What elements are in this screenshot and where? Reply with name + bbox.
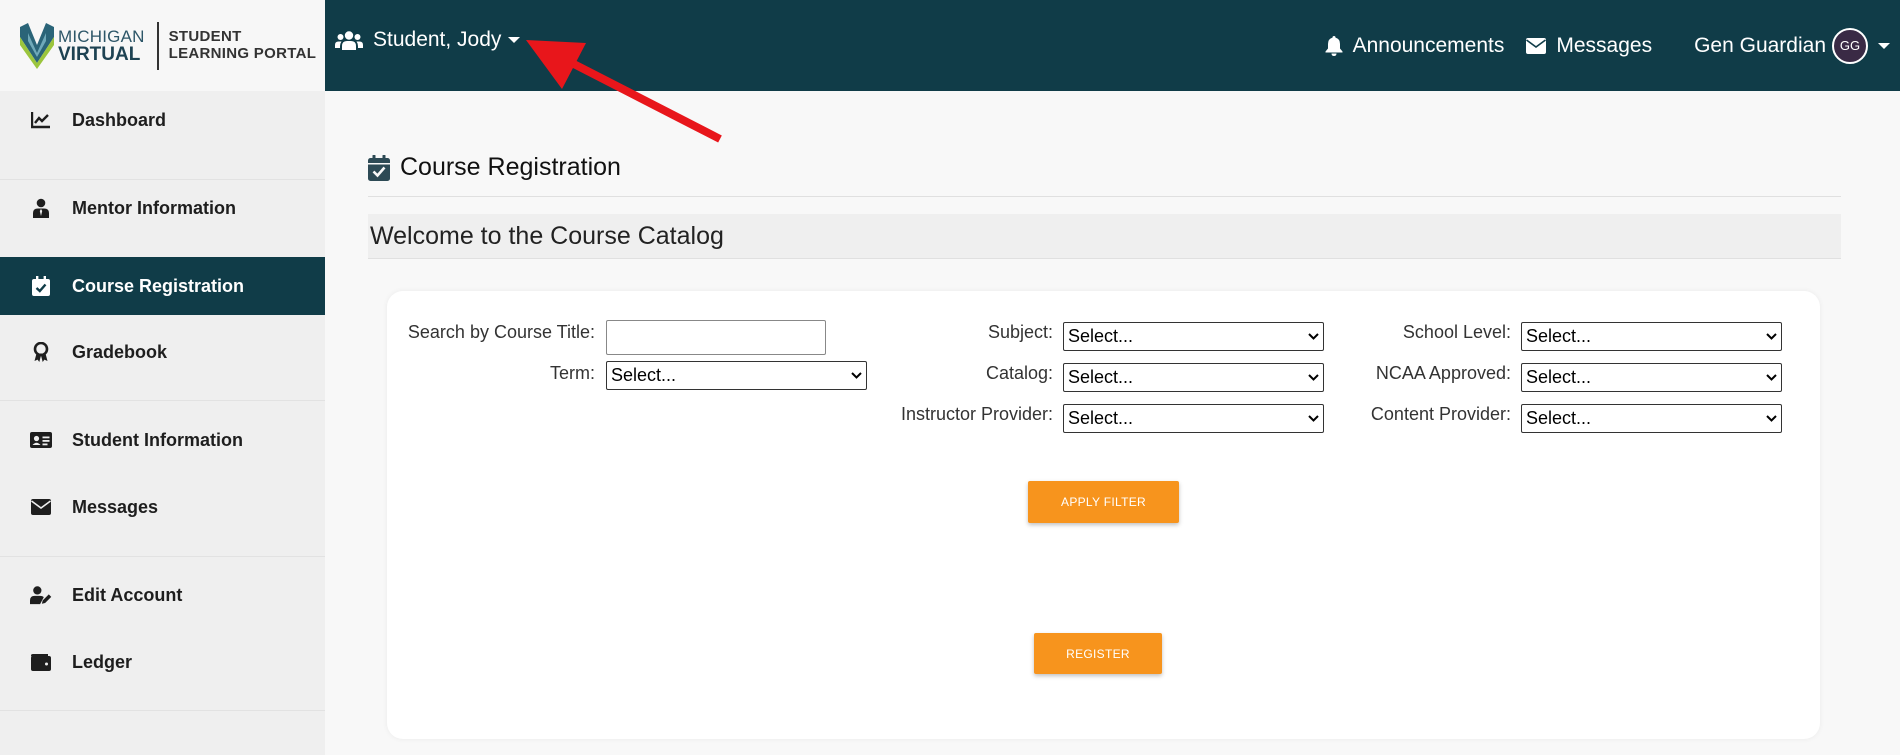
- chevron-down-icon: [1303, 333, 1323, 340]
- chevron-down-icon: [1761, 333, 1781, 340]
- catalog-label: Catalog:: [985, 363, 1053, 383]
- chevron-down-icon: [1761, 415, 1781, 422]
- sidebar-item-course-registration[interactable]: Course Registration: [0, 257, 325, 315]
- calendar-check-icon: [30, 275, 52, 297]
- content-provider-select-value: Select...: [1526, 408, 1592, 428]
- portal-line-1: STUDENT: [168, 28, 242, 45]
- nav-divider: [0, 710, 325, 711]
- brand-michigan: MICHIGAN: [58, 26, 145, 46]
- sidebar-item-edit-account[interactable]: Edit Account: [0, 566, 325, 624]
- brand-logo[interactable]: MICHIGAN VIRTUAL STUDENT LEARNING PORTAL: [0, 0, 325, 91]
- register-button[interactable]: REGISTER: [1034, 633, 1162, 674]
- student-name: Student, Jody: [373, 28, 502, 51]
- announcements-label: Announcements: [1352, 33, 1505, 57]
- sidebar-item-label: Ledger: [72, 651, 133, 672]
- logo-divider: [156, 21, 159, 70]
- sidebar-item-label: Student Information: [72, 429, 243, 450]
- chevron-down-icon: [1303, 374, 1323, 381]
- term-select-value: Select...: [611, 365, 677, 385]
- welcome-text: Welcome to the Course Catalog: [370, 221, 724, 250]
- sidebar-item-messages[interactable]: Messages: [0, 478, 325, 536]
- chevron-down-icon: [846, 372, 866, 379]
- title-divider: [368, 196, 1841, 197]
- announcements-link[interactable]: Announcements: [1325, 33, 1505, 58]
- portal-name: STUDENT LEARNING PORTAL: [168, 28, 317, 62]
- guardian-name: Gen Guardian: [1694, 33, 1826, 57]
- course-title-search-input[interactable]: [606, 320, 826, 355]
- apply-filter-button[interactable]: APPLY FILTER: [1028, 481, 1179, 523]
- portal-line-2: LEARNING PORTAL: [168, 44, 317, 62]
- chart-line-icon: [30, 109, 52, 131]
- subject-select[interactable]: Select...: [1063, 322, 1324, 351]
- ncaa-approved-label: NCAA Approved:: [1375, 363, 1511, 383]
- main-content: Course Registration Welcome to the Cours…: [325, 91, 1900, 755]
- chevron-down-icon: [1761, 374, 1781, 381]
- user-tie-icon: [30, 197, 52, 219]
- sidebar-item-student-information[interactable]: Student Information: [0, 411, 325, 469]
- sidebar-item-dashboard[interactable]: Dashboard: [0, 91, 325, 149]
- bell-icon: [1325, 35, 1343, 56]
- page-title: Course Registration: [400, 153, 621, 181]
- subject-label: Subject:: [987, 322, 1053, 342]
- caret-down-icon: [1878, 42, 1890, 49]
- sidebar-item-label: Mentor Information: [72, 197, 236, 218]
- content-provider-label: Content Provider:: [1370, 404, 1511, 424]
- sidebar-item-label: Edit Account: [72, 584, 183, 605]
- top-right-actions: Announcements Messages Gen Guardian GG: [1325, 0, 1900, 91]
- wallet-icon: [30, 651, 52, 673]
- brand-name: MICHIGAN VIRTUAL: [58, 28, 145, 64]
- messages-link[interactable]: Messages: [1526, 34, 1652, 58]
- avatar: GG: [1832, 27, 1868, 64]
- welcome-banner: Welcome to the Course Catalog: [368, 214, 1841, 258]
- sidebar-item-label: Messages: [72, 496, 159, 517]
- instructor-provider-select-value: Select...: [1068, 408, 1134, 428]
- nav-divider: [0, 556, 325, 557]
- sidebar-item-gradebook[interactable]: Gradebook: [0, 323, 325, 381]
- instructor-provider-select[interactable]: Select...: [1063, 404, 1324, 433]
- welcome-divider: [368, 258, 1841, 259]
- user-menu-dropdown[interactable]: Gen Guardian GG: [1694, 27, 1900, 64]
- ncaa-approved-select[interactable]: Select...: [1521, 363, 1782, 392]
- sidebar-item-label: Dashboard: [72, 109, 167, 130]
- sidebar: MICHIGAN VIRTUAL STUDENT LEARNING PORTAL…: [0, 0, 325, 755]
- page-header: Course Registration: [368, 153, 621, 182]
- catalog-select-value: Select...: [1068, 367, 1134, 387]
- award-icon: [30, 341, 52, 363]
- instructor-provider-label: Instructor Provider:: [900, 404, 1053, 424]
- user-edit-icon: [30, 584, 52, 606]
- school-level-select-value: Select...: [1526, 326, 1592, 346]
- messages-label: Messages: [1556, 33, 1653, 57]
- content-provider-select[interactable]: Select...: [1521, 404, 1782, 433]
- course-filter-card: Search by Course Title: Term: Select... …: [387, 291, 1820, 739]
- michigan-virtual-logo-icon: [20, 22, 54, 69]
- brand-virtual: VIRTUAL: [58, 43, 141, 65]
- envelope-icon: [1526, 37, 1547, 54]
- sidebar-item-ledger[interactable]: Ledger: [0, 633, 325, 691]
- id-card-icon: [30, 429, 52, 451]
- school-level-select[interactable]: Select...: [1521, 322, 1782, 351]
- sidebar-item-mentor-information[interactable]: Mentor Information: [0, 179, 325, 237]
- calendar-check-icon: [368, 154, 390, 181]
- term-select[interactable]: Select...: [606, 361, 867, 390]
- sidebar-item-label: Course Registration: [72, 275, 245, 296]
- chevron-down-icon: [1303, 415, 1323, 422]
- school-level-label: School Level:: [1402, 322, 1511, 342]
- ncaa-approved-select-value: Select...: [1526, 367, 1592, 387]
- catalog-select[interactable]: Select...: [1063, 363, 1324, 392]
- subject-select-value: Select...: [1068, 326, 1134, 346]
- student-switcher-dropdown[interactable]: Student, Jody: [335, 28, 521, 52]
- nav-divider: [0, 400, 325, 401]
- users-icon: [335, 31, 363, 50]
- search-label: Search by Course Title:: [407, 322, 595, 342]
- term-label: Term:: [550, 363, 595, 383]
- sidebar-item-label: Gradebook: [72, 341, 168, 362]
- envelope-icon: [30, 496, 52, 518]
- caret-down-icon: [508, 37, 521, 43]
